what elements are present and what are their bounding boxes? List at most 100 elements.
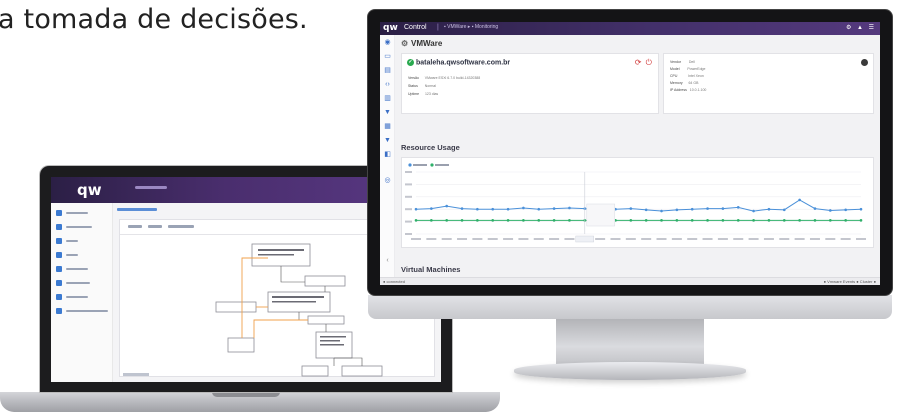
database-icon[interactable]: ▥ — [384, 95, 391, 102]
laptop-sidebar-item[interactable] — [56, 209, 110, 218]
data-point — [660, 209, 663, 213]
x-tick-label — [748, 238, 759, 240]
laptop-sidebar-item[interactable] — [56, 265, 110, 274]
field-key: Versão — [408, 76, 419, 80]
data-point — [629, 219, 633, 222]
data-point — [552, 219, 556, 222]
virtual-machines-title: Virtual Machines — [401, 265, 461, 274]
legend-swatch — [430, 163, 434, 167]
data-point — [430, 219, 433, 222]
filter-icon[interactable]: ▼ — [384, 109, 391, 116]
collapse-icon[interactable]: ‹ — [384, 257, 391, 264]
data-point — [414, 219, 418, 222]
hw-field: IP Address 10.0.1.100 — [670, 88, 706, 92]
laptop-logo: qw — [77, 181, 102, 199]
field-value: 10.0.1.100 — [689, 88, 707, 92]
laptop-sidebar-item[interactable] — [56, 293, 110, 302]
data-point — [460, 219, 464, 222]
x-tick-label — [825, 238, 836, 240]
app-title: Control — [404, 24, 427, 31]
field-key: Model — [670, 67, 680, 71]
laptop-breadcrumb[interactable] — [135, 186, 167, 189]
monitor-chin — [368, 295, 892, 319]
data-point — [445, 204, 448, 208]
data-point — [829, 219, 832, 222]
field-value: Dell — [688, 60, 695, 64]
data-point — [414, 207, 418, 211]
data-point — [660, 219, 663, 222]
x-tick-label — [426, 238, 437, 240]
laptop-sidebar-item[interactable] — [56, 237, 110, 246]
laptop-sidebar-item[interactable] — [56, 279, 110, 288]
host-card: ✓ bataleha.qwsoftware.com.br ⟳ ⏻ Versão V… — [401, 53, 659, 114]
code-icon[interactable]: ‹› — [384, 81, 391, 88]
field-key: CPU — [670, 74, 678, 78]
field-key: IP Address — [670, 88, 687, 92]
y-tick-label — [405, 233, 412, 235]
hw-field: CPU Intel Xeon — [670, 74, 704, 78]
hw-field: Model PowerEdge — [670, 67, 705, 71]
cloud-icon[interactable]: ▭ — [384, 53, 391, 60]
data-point — [859, 207, 863, 211]
check-icon: ✓ — [407, 59, 414, 66]
laptop-sidebar-item[interactable] — [56, 251, 110, 260]
hostname-text: bataleha.qwsoftware.com.br — [416, 59, 511, 67]
data-point — [721, 219, 725, 222]
x-tick-label — [733, 238, 744, 240]
legend-swatch — [408, 163, 412, 167]
settings-icon[interactable]: ◧ — [384, 151, 391, 158]
resource-usage-chart — [401, 157, 874, 248]
x-tick-label — [671, 238, 682, 240]
data-point — [706, 219, 709, 222]
field-value: PowerEdge — [687, 67, 706, 71]
x-tick-label — [549, 238, 560, 240]
data-point — [522, 219, 525, 222]
monitor-screen: qw Control | ▪ VMWare ▸ ▪ Monitoring ⚙ ▲… — [380, 22, 880, 285]
data-point — [752, 219, 755, 222]
data-point — [690, 207, 694, 211]
gear-icon: ⚙ — [401, 39, 409, 48]
server-icon[interactable]: ▤ — [384, 67, 391, 74]
sidebar-icon — [56, 266, 62, 272]
tooltip — [586, 203, 616, 227]
field-value: 123 dias — [424, 92, 439, 96]
status-right[interactable]: ● Vmware Events ● Cluster ● — [824, 279, 876, 284]
sidebar-icon — [56, 210, 62, 216]
data-point — [782, 219, 786, 222]
sidebar-icon — [56, 308, 62, 314]
hw-field: Vendor Dell — [670, 60, 695, 64]
x-tick-label — [564, 238, 575, 240]
x-tick-label — [472, 238, 483, 240]
users-icon[interactable]: ◎ — [384, 177, 391, 184]
host-name: ✓ bataleha.qwsoftware.com.br — [407, 59, 510, 66]
dashboard-icon[interactable]: ◉ — [384, 39, 391, 46]
field-value: VMware ESXi 6.7.0 build-14320388 — [424, 76, 481, 80]
x-tick-label — [840, 238, 851, 240]
page-title: ⚙ VMWare — [401, 39, 442, 48]
laptop-sidebar-item[interactable] — [56, 223, 110, 232]
info-icon[interactable] — [861, 59, 868, 66]
breadcrumb[interactable]: ▪ VMWare ▸ ▪ Monitoring — [444, 24, 498, 30]
hardware-card: Vendor Dell Model PowerEdge CPU Intel Xe… — [663, 53, 874, 114]
data-point — [568, 219, 571, 222]
storage-icon[interactable]: ▦ — [384, 123, 391, 130]
data-point — [706, 207, 709, 210]
y-tick-label — [405, 171, 412, 173]
x-tick-label — [717, 238, 728, 240]
header-separator: | — [437, 24, 439, 31]
network-icon[interactable]: ▼ — [384, 137, 391, 144]
x-tick-label — [625, 238, 636, 240]
laptop-sidebar-item[interactable] — [56, 307, 110, 316]
field-key: Memory — [670, 81, 683, 85]
laptop-back-link[interactable] — [117, 208, 157, 211]
sidebar-icon — [56, 224, 62, 230]
x-tick-label — [856, 238, 866, 240]
host-actions[interactable]: ⟳ ⏻ — [635, 58, 653, 68]
header-actions[interactable]: ⚙ ▲ ☰ — [846, 24, 876, 31]
monitor-neck — [556, 319, 704, 365]
app-logo[interactable]: qw — [383, 23, 398, 33]
x-tick-label — [441, 238, 452, 240]
marketing-banner: a tomada de decisões. qw qw Control | ▪ … — [0, 0, 904, 412]
data-point — [476, 207, 479, 211]
data-point — [506, 219, 510, 222]
